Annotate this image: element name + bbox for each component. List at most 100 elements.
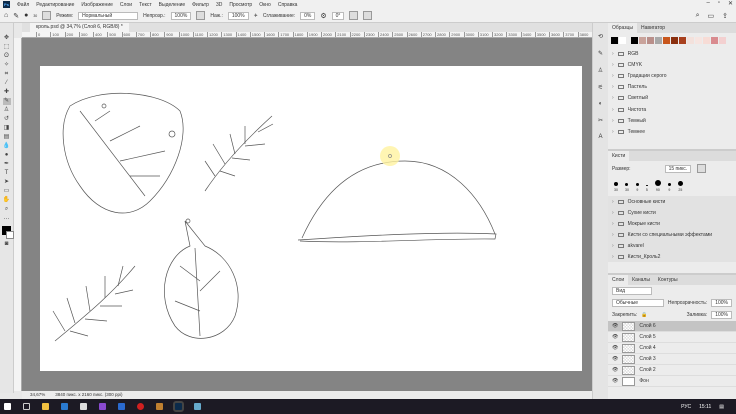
share-icon[interactable]: ⇪ [722, 12, 728, 20]
color-swatch[interactable] [679, 37, 686, 44]
menu-layers[interactable]: Слои [120, 2, 132, 8]
tab-navigator[interactable]: Навигатор [637, 23, 669, 33]
brush-panel-icon[interactable]: ✎ [598, 50, 603, 57]
color-swatch[interactable] [711, 37, 718, 44]
layer-row[interactable]: 👁 Слой 4 [608, 343, 736, 354]
tab-channels[interactable]: Каналы [628, 275, 654, 285]
layer-opacity-field[interactable]: 100% [711, 299, 732, 307]
quick-mask-icon[interactable]: ◙ [3, 241, 11, 248]
color-swatch[interactable] [631, 37, 638, 44]
preset-group[interactable]: › Светлый [608, 93, 736, 104]
minimize-icon[interactable]: – [706, 0, 709, 7]
edge-icon[interactable] [61, 403, 68, 410]
symmetry-icon[interactable] [363, 11, 373, 20]
preset-group[interactable]: › Кисти со специальными эффектами [608, 229, 736, 240]
brush-tool-icon[interactable]: ✎ [2, 98, 11, 105]
preset-group[interactable]: › Чистота [608, 104, 736, 115]
lock-icon[interactable]: 🔒 [641, 312, 647, 318]
photoshop-taskbar-icon[interactable] [173, 401, 184, 412]
quick-select-icon[interactable]: ✧ [3, 62, 11, 69]
character-icon[interactable]: A [598, 134, 602, 140]
history-icon[interactable]: ⟲ [598, 33, 603, 40]
brush-preset[interactable]: 9 [667, 183, 671, 192]
brush-preset[interactable]: 9 [635, 183, 639, 192]
notepad-icon[interactable] [80, 403, 87, 410]
preset-group[interactable]: › Градации серого [608, 70, 736, 81]
color-swatch[interactable] [611, 37, 618, 44]
language-indicator[interactable]: РУС [681, 404, 691, 410]
menu-view[interactable]: Просмотр [229, 2, 252, 8]
clone-source-icon[interactable]: ♙ [598, 67, 603, 74]
task-view-icon[interactable] [23, 403, 30, 410]
eraser-icon[interactable]: ◨ [3, 125, 11, 132]
home-icon[interactable]: ⌂ [4, 12, 8, 19]
menu-3d[interactable]: 3D [216, 2, 222, 8]
flow-field[interactable]: 100% [227, 11, 249, 20]
eyedropper-icon[interactable]: ⁄ [3, 80, 11, 87]
tab-swatches[interactable]: Образцы [608, 23, 638, 33]
layer-row[interactable]: 👁 Слой 6 [608, 321, 736, 332]
mode-select[interactable]: Нормальный [78, 11, 139, 20]
color-swatch[interactable] [655, 37, 662, 44]
color-swatch[interactable] [639, 37, 646, 44]
stamp-tool-icon[interactable]: ♙ [3, 107, 11, 114]
messenger-icon[interactable] [194, 403, 201, 410]
menu-select[interactable]: Выделение [159, 2, 186, 8]
color-swatch[interactable] [619, 37, 626, 44]
marquee-tool-icon[interactable]: ⬚ [3, 44, 11, 51]
layer-filter-select[interactable]: Вид [612, 287, 652, 295]
hand-tool-icon[interactable]: ✋ [3, 197, 11, 204]
notifications-icon[interactable]: ▤ [719, 404, 724, 410]
app-icon-2[interactable] [156, 403, 163, 410]
zoom-level[interactable]: 34,67% [30, 391, 45, 399]
color-swatch[interactable] [703, 37, 710, 44]
history-brush-icon[interactable]: ↺ [3, 116, 11, 123]
color-swatch[interactable] [647, 37, 654, 44]
menu-help[interactable]: Справка [278, 2, 298, 8]
preset-group[interactable]: › Темный [608, 115, 736, 126]
angle-field[interactable]: 0° [331, 11, 345, 20]
opera-icon[interactable] [137, 403, 144, 410]
preset-group[interactable]: › Пастель [608, 82, 736, 93]
color-swatch[interactable] [671, 37, 678, 44]
tab-brushes[interactable]: Кисти [608, 151, 630, 161]
preset-group[interactable]: › Сухие кисти [608, 207, 736, 218]
tab-layers[interactable]: Слои [608, 275, 629, 285]
pen-tool-icon[interactable]: ✒ [3, 161, 11, 168]
preset-group[interactable]: › Мокрые кисти [608, 218, 736, 229]
brush-tool-icon[interactable]: ✎ [13, 12, 19, 20]
type-tool-icon[interactable]: T [3, 170, 11, 177]
crop-tool-icon[interactable]: ⌗ [3, 71, 11, 78]
brush-preset-picker[interactable]: ● [24, 12, 28, 19]
gradient-icon[interactable]: ▤ [3, 134, 11, 141]
preset-group[interactable]: › Основные кисти [608, 196, 736, 207]
menu-file[interactable]: Файл [17, 2, 29, 8]
menu-text[interactable]: Текст [139, 2, 152, 8]
pressure-opacity-icon[interactable] [196, 11, 206, 20]
windows-start-icon[interactable] [4, 403, 11, 410]
opacity-field[interactable]: 100% [170, 11, 192, 20]
brush-preset[interactable]: 90 [654, 180, 661, 192]
airbrush-icon[interactable]: ✈ [254, 13, 258, 19]
menu-window[interactable]: Окно [259, 2, 271, 8]
fill-field[interactable]: 100% [711, 311, 732, 319]
photos-icon[interactable] [118, 403, 125, 410]
document-canvas[interactable] [40, 66, 582, 371]
layer-row[interactable]: 👁 Фон [608, 376, 736, 387]
adjustments-icon[interactable]: ◐ [599, 101, 603, 107]
lasso-tool-icon[interactable]: ʘ [3, 53, 11, 60]
new-brush-icon[interactable] [697, 164, 707, 173]
eye-icon[interactable]: 👁 [612, 323, 618, 329]
preset-group[interactable]: › Кисти_Кроль2 [608, 251, 736, 262]
preset-group[interactable]: › RGB [608, 48, 736, 59]
pressure-size-icon[interactable] [349, 11, 359, 20]
brush-settings-icon[interactable] [42, 11, 52, 20]
eye-icon[interactable]: 👁 [612, 356, 618, 362]
move-tool-icon[interactable]: ✥ [3, 35, 11, 42]
brush-preset[interactable]: 5 [646, 184, 648, 192]
file-explorer-icon[interactable] [42, 403, 49, 410]
layer-row[interactable]: 👁 Слой 3 [608, 354, 736, 365]
preset-group[interactable]: › Темнее [608, 126, 736, 137]
app-icon[interactable] [99, 403, 106, 410]
menu-edit[interactable]: Редактирование [36, 2, 74, 8]
